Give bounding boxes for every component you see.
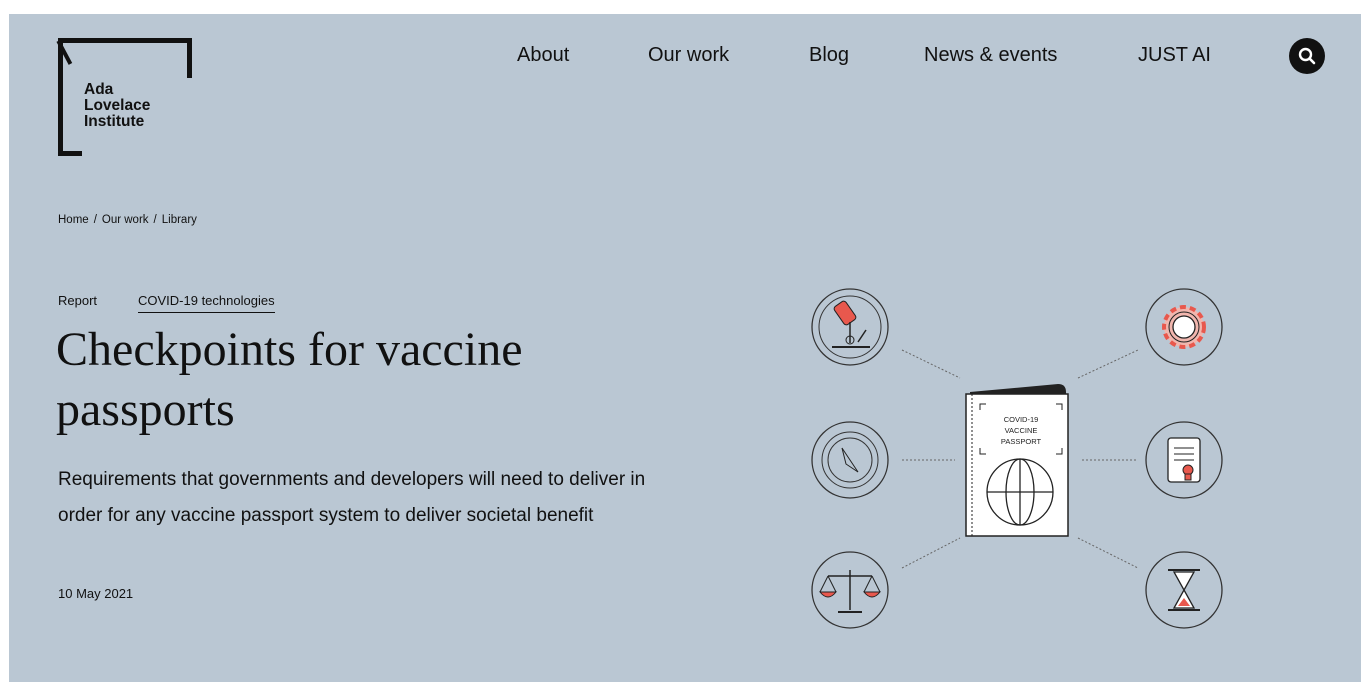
compass-icon	[811, 421, 889, 499]
page-subtitle: Requirements that governments and develo…	[58, 469, 646, 526]
search-icon	[1298, 47, 1316, 65]
breadcrumb-library[interactable]: Library	[162, 214, 197, 226]
search-button[interactable]	[1289, 38, 1325, 74]
globe-icon	[986, 458, 1054, 526]
logo-line-2: Lovelace	[84, 97, 151, 114]
logo-frame-top	[58, 38, 192, 43]
publish-date: 10 May 2021	[58, 586, 134, 601]
passport-text-line-1: COVID-19	[1004, 415, 1039, 424]
nav-item-blog[interactable]: Blog	[809, 44, 849, 67]
nav-item-just-ai[interactable]: JUST AI	[1138, 44, 1211, 67]
passport-text-line-2: VACCINE	[1005, 426, 1038, 435]
breadcrumb-our-work[interactable]: Our work	[102, 214, 149, 226]
content-type-label: Report	[58, 293, 98, 308]
nav-item-about[interactable]: About	[517, 44, 569, 67]
breadcrumb: Home / Our work / Library	[58, 214, 197, 226]
page-title: Checkpoints for vaccine passports	[56, 320, 696, 440]
main-nav: About Our work Blog News & events JUST A…	[0, 44, 1363, 74]
logo-line-3: Institute	[84, 113, 145, 130]
certificate-icon	[1145, 421, 1223, 499]
breadcrumb-home[interactable]: Home	[58, 214, 89, 226]
microscope-icon	[811, 288, 889, 366]
page-title-line-2: passports	[56, 383, 235, 436]
gear-icon	[1145, 288, 1223, 366]
scales-icon	[811, 551, 889, 629]
vaccine-passport-illustration: COVID-19 VACCINE PASSPORT	[811, 288, 1223, 629]
page-title-line-1: Checkpoints for vaccine	[56, 323, 523, 376]
logo-wordmark: Ada Lovelace Institute	[84, 82, 150, 130]
hourglass-icon	[1145, 551, 1223, 629]
nav-item-our-work[interactable]: Our work	[648, 44, 729, 67]
passport-text-line-3: PASSPORT	[1001, 437, 1042, 446]
passport-icon: COVID-19 VACCINE PASSPORT	[965, 384, 1069, 537]
logo-line-1: Ada	[84, 81, 114, 98]
nav-item-news-events[interactable]: News & events	[924, 44, 1057, 67]
topic-tag-link[interactable]: COVID-19 technologies	[138, 293, 275, 313]
